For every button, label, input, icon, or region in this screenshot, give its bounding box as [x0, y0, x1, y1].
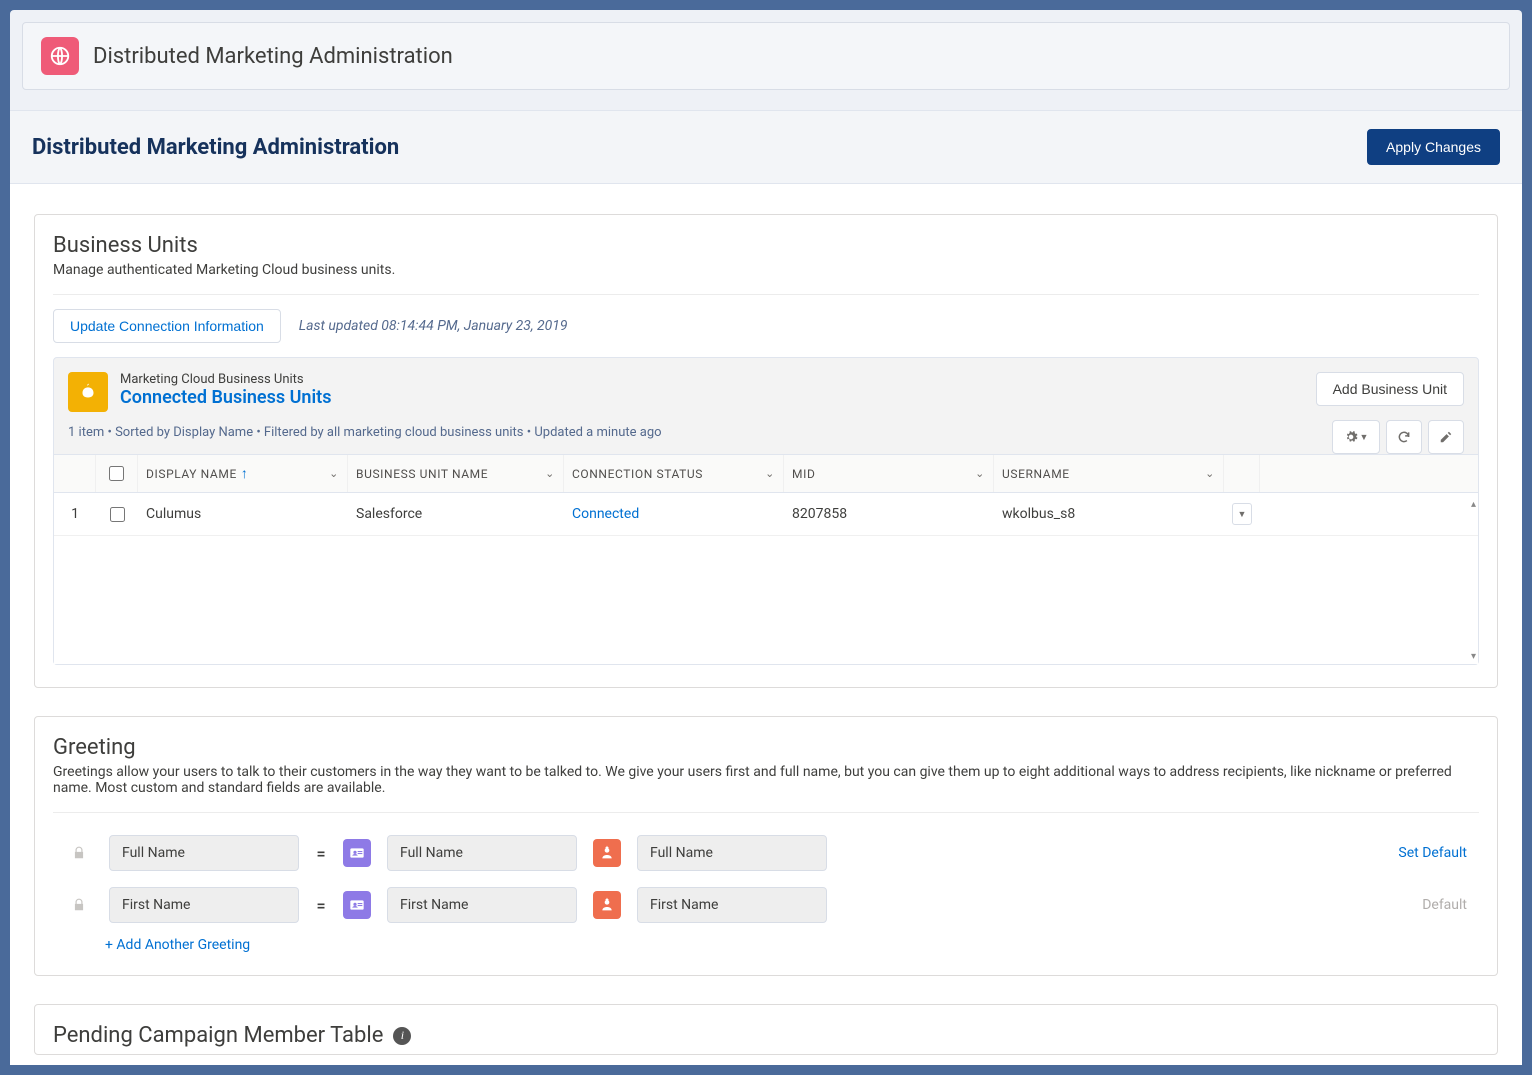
greeting-input-b[interactable]: First Name	[387, 887, 577, 923]
connected-bu-listview: Marketing Cloud Business Units Connected…	[53, 357, 1479, 665]
greeting-input-b[interactable]: Full Name	[387, 835, 577, 871]
pencil-icon	[1439, 430, 1453, 444]
update-connection-button[interactable]: Update Connection Information	[53, 309, 281, 343]
greeting-input-c[interactable]: Full Name	[637, 835, 827, 871]
divider	[53, 294, 1479, 295]
cell-conn-status[interactable]: Connected	[564, 493, 784, 535]
greeting-title: Greeting	[53, 735, 1479, 760]
col-rownum	[54, 455, 96, 492]
person-star-icon	[593, 891, 621, 919]
add-another-greeting-link[interactable]: + Add Another Greeting	[53, 931, 1479, 953]
chevron-down-icon: ⌄	[545, 467, 555, 480]
cell-username: wkolbus_s8	[994, 493, 1224, 535]
scrollbar[interactable]: ▴ ▾	[1464, 497, 1478, 664]
row-checkbox[interactable]	[110, 507, 125, 522]
col-bu-name[interactable]: BUSINESS UNIT NAME⌄	[348, 455, 564, 492]
col-mid[interactable]: MID⌄	[784, 455, 994, 492]
cell-display-name: Culumus	[138, 493, 348, 535]
select-all-checkbox[interactable]	[109, 466, 124, 481]
pending-title: Pending Campaign Member Table	[53, 1023, 383, 1048]
apply-changes-button[interactable]: Apply Changes	[1367, 129, 1500, 165]
business-units-subtitle: Manage authenticated Marketing Cloud bus…	[53, 262, 1479, 278]
divider	[53, 812, 1479, 813]
apple-icon	[68, 372, 108, 412]
lock-icon	[65, 846, 93, 860]
gear-icon	[1344, 430, 1358, 444]
row-action-button[interactable]: ▼	[1232, 503, 1252, 525]
sort-up-icon: ↑	[241, 466, 249, 482]
chevron-down-icon: ⌄	[975, 467, 985, 480]
refresh-icon	[1397, 430, 1411, 444]
cell-mid: 8207858	[784, 493, 994, 535]
refresh-button[interactable]	[1386, 420, 1422, 454]
greeting-input-a[interactable]: Full Name	[109, 835, 299, 871]
default-label: Default	[1422, 897, 1467, 913]
info-icon[interactable]: i	[393, 1027, 411, 1045]
contact-card-icon	[343, 839, 371, 867]
person-star-icon	[593, 839, 621, 867]
col-checkbox	[96, 455, 138, 492]
greeting-row: First Name = First Name First Name Defau…	[53, 879, 1479, 931]
page-bar: Distributed Marketing Administration App…	[10, 110, 1522, 184]
col-actions	[1224, 455, 1260, 492]
chevron-down-icon: ⌄	[765, 467, 775, 480]
add-business-unit-button[interactable]: Add Business Unit	[1316, 372, 1464, 406]
listview-title-link[interactable]: Connected Business Units	[120, 387, 331, 408]
greeting-input-c[interactable]: First Name	[637, 887, 827, 923]
scroll-up-icon: ▴	[1471, 499, 1476, 510]
app-logo-icon	[41, 37, 79, 75]
chevron-down-icon: ⌄	[1205, 467, 1215, 480]
bu-table: DISPLAY NAME↑⌄ BUSINESS UNIT NAME⌄ CONNE…	[54, 454, 1478, 664]
business-units-title: Business Units	[53, 233, 1479, 258]
caret-down-icon: ▼	[1238, 509, 1247, 520]
scroll-down-icon: ▾	[1471, 651, 1476, 662]
business-units-card: Business Units Manage authenticated Mark…	[34, 214, 1498, 688]
chevron-down-icon: ⌄	[329, 467, 339, 480]
set-default-link[interactable]: Set Default	[1398, 845, 1467, 861]
col-username[interactable]: USERNAME⌄	[994, 455, 1224, 492]
app-header: Distributed Marketing Administration	[22, 22, 1510, 90]
list-settings-button[interactable]: ▼	[1332, 420, 1380, 454]
edit-list-button[interactable]	[1428, 420, 1464, 454]
greeting-row: Full Name = Full Name Full Name Set Defa…	[53, 827, 1479, 879]
listview-small-title: Marketing Cloud Business Units	[120, 372, 331, 387]
cell-bu-name: Salesforce	[348, 493, 564, 535]
greeting-subtitle: Greetings allow your users to talk to th…	[53, 764, 1479, 796]
col-conn-status[interactable]: CONNECTION STATUS⌄	[564, 455, 784, 492]
listview-meta: 1 item • Sorted by Display Name • Filter…	[54, 425, 676, 450]
col-display-name[interactable]: DISPLAY NAME↑⌄	[138, 455, 348, 492]
row-index: 1	[54, 493, 96, 535]
page-title: Distributed Marketing Administration	[32, 135, 399, 160]
last-updated-text: Last updated 08:14:44 PM, January 23, 20…	[299, 318, 568, 334]
greeting-card: Greeting Greetings allow your users to t…	[34, 716, 1498, 976]
equals-icon: =	[315, 896, 327, 915]
contact-card-icon	[343, 891, 371, 919]
pending-campaign-card: Pending Campaign Member Table i	[34, 1004, 1498, 1055]
table-row: 1 Culumus Salesforce Connected 8207858 w…	[54, 493, 1478, 536]
app-title: Distributed Marketing Administration	[93, 44, 453, 69]
equals-icon: =	[315, 844, 327, 863]
caret-down-icon: ▼	[1360, 432, 1369, 442]
lock-icon	[65, 898, 93, 912]
greeting-input-a[interactable]: First Name	[109, 887, 299, 923]
